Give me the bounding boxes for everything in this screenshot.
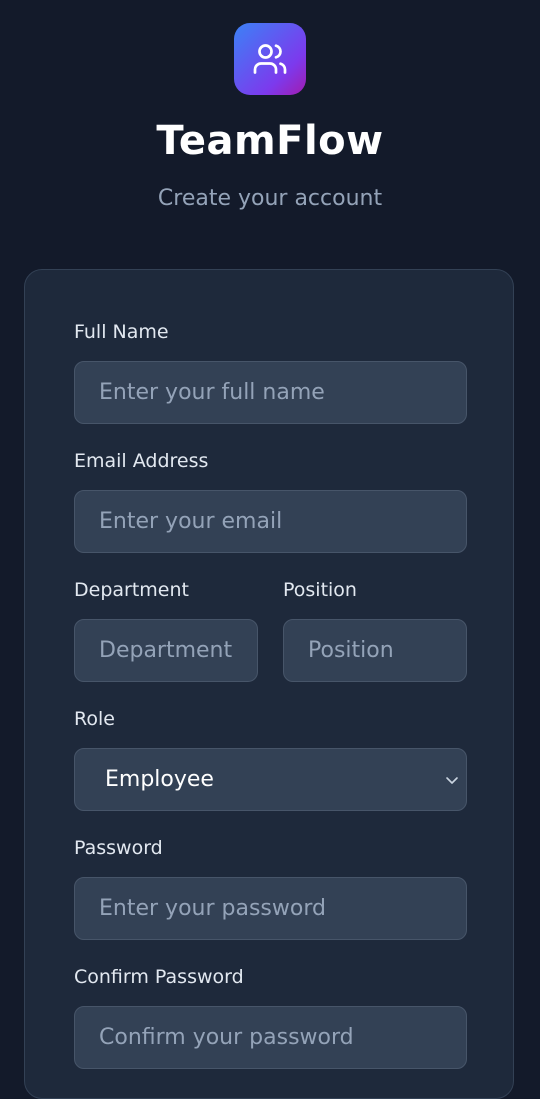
password-label: Password <box>74 837 163 859</box>
full-name-input[interactable] <box>74 361 467 424</box>
signup-form-card: Full Name Email Address Department Posit… <box>24 269 514 1099</box>
department-label: Department <box>74 579 189 601</box>
email-input[interactable] <box>74 490 467 553</box>
position-input[interactable] <box>283 619 467 682</box>
position-label: Position <box>283 579 357 601</box>
password-input[interactable] <box>74 877 467 940</box>
users-icon <box>253 44 287 74</box>
page-subtitle: Create your account <box>157 186 383 211</box>
confirm-password-label: Confirm Password <box>74 966 244 988</box>
app-logo <box>234 23 306 95</box>
email-label: Email Address <box>74 450 209 472</box>
role-select-value: Employee <box>105 767 214 792</box>
role-label: Role <box>74 708 115 730</box>
role-select[interactable]: Employee <box>74 748 467 811</box>
app-title: TeamFlow <box>156 118 384 164</box>
department-input[interactable] <box>74 619 258 682</box>
chevron-down-icon <box>446 777 458 784</box>
full-name-label: Full Name <box>74 321 169 343</box>
